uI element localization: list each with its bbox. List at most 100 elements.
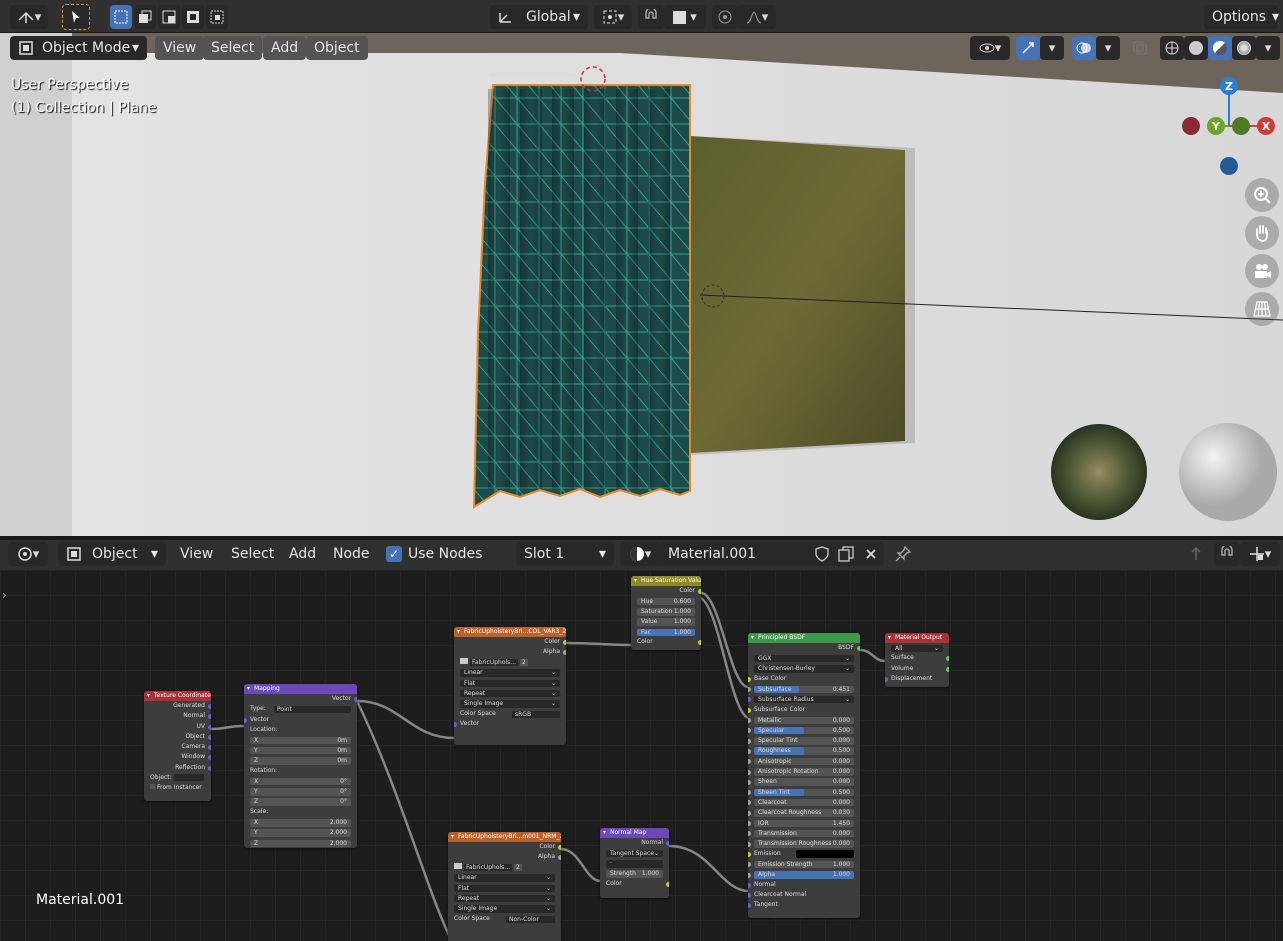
pan-button[interactable]	[1245, 216, 1279, 250]
parent-node-tree-button[interactable]	[1184, 542, 1208, 566]
uv-map-field[interactable]: ·	[606, 860, 663, 868]
xray-toggle[interactable]	[1128, 36, 1152, 60]
socket[interactable]	[563, 640, 566, 645]
socket[interactable]	[946, 656, 949, 662]
value-field[interactable]: Value 1.000	[637, 618, 695, 626]
location-y[interactable]: Y 0m	[250, 746, 351, 755]
material-browse-button[interactable]: ▾	[620, 542, 660, 566]
viewport-menu-add[interactable]: Add	[263, 36, 307, 60]
select-intersect-button[interactable]	[206, 5, 228, 29]
rotation-x[interactable]: X 0°	[250, 777, 351, 786]
proportional-edit-toggle[interactable]	[712, 5, 738, 29]
gizmo-toggle[interactable]	[1016, 36, 1040, 60]
overlays-toggle[interactable]	[1072, 36, 1096, 60]
input-specular-field[interactable]: Specular 0.500	[754, 726, 854, 735]
socket[interactable]	[208, 745, 211, 751]
node-menu-view[interactable]: View	[172, 542, 221, 566]
input-ior-field[interactable]: IOR 1.450	[754, 819, 854, 828]
socket[interactable]	[208, 714, 211, 720]
projection-dropdown[interactable]: Flat ⌄	[454, 884, 555, 893]
node-normal-map[interactable]: Normal Map Normal Tangent Space⌄ · Stren…	[600, 828, 669, 898]
duplicate-material-button[interactable]	[834, 542, 858, 566]
input-socket[interactable]	[748, 872, 751, 878]
node-editor-type-button[interactable]: ▾	[8, 542, 48, 566]
shading-dropdown[interactable]: ▾	[1256, 36, 1280, 60]
input-socket[interactable]	[748, 779, 751, 785]
pivot-point-dropdown[interactable]: ▾	[594, 5, 632, 29]
node-header[interactable]: Normal Map	[600, 828, 669, 838]
node-header[interactable]: Texture Coordinate	[144, 691, 211, 701]
socket[interactable]	[208, 724, 211, 730]
node-material-output[interactable]: Material Output All⌄ Surface Volume Disp…	[885, 633, 949, 687]
socket[interactable]	[208, 704, 211, 709]
node-header[interactable]: Principled BSDF	[748, 633, 860, 643]
scale-x[interactable]: X 2.000	[250, 819, 351, 827]
scale-y[interactable]: Y 2.000	[250, 829, 351, 837]
node-mapping[interactable]: Mapping Vector Type:Point Vector Locatio…	[244, 684, 357, 848]
extension-dropdown[interactable]: Repeat ⌄	[460, 689, 560, 698]
scale-z[interactable]: Z 2.000	[250, 839, 351, 848]
shading-wireframe[interactable]	[1160, 36, 1184, 60]
select-new-button[interactable]	[110, 5, 132, 29]
saturation-field[interactable]: Saturation 1.000	[637, 608, 695, 616]
input-socket[interactable]	[748, 862, 751, 868]
from-instancer-checkbox[interactable]: From Instancer	[144, 783, 211, 793]
pin-button[interactable]	[890, 542, 916, 566]
input-clearcoat-field[interactable]: Clearcoat 0.000	[754, 798, 854, 807]
input-socket[interactable]	[748, 841, 751, 847]
input-socket[interactable]	[748, 800, 751, 806]
input-socket[interactable]	[748, 687, 751, 693]
unlink-material-button[interactable]	[858, 542, 884, 566]
node-snap-toggle[interactable]	[1214, 542, 1240, 566]
transform-orientation-dropdown[interactable]: Global ▾	[490, 5, 588, 29]
color-space-row[interactable]: Color Space sRGB	[454, 709, 566, 719]
socket[interactable]	[454, 722, 457, 728]
color-space-row[interactable]: Color Space Non-Color	[448, 914, 561, 924]
socket[interactable]	[354, 697, 357, 702]
overlays-dropdown[interactable]: ▾	[1096, 36, 1120, 60]
socket[interactable]	[558, 845, 561, 850]
viewport-menu-object[interactable]: Object	[306, 36, 368, 60]
falloff-dropdown[interactable]: ▾	[738, 5, 776, 29]
hue-field[interactable]: Hue 0.600	[637, 597, 695, 606]
options-dropdown[interactable]: Options ▾	[1204, 5, 1279, 29]
distribution-dropdown[interactable]: GGX ⌄	[754, 654, 854, 663]
input-anisotropic-field[interactable]: Anisotropic 0.000	[754, 757, 854, 766]
image-selector[interactable]: FabricUphols... 2	[448, 862, 561, 873]
mode-dropdown[interactable]: Object Mode ▾	[10, 36, 147, 60]
input-transmission-field[interactable]: Transmission 0.000	[754, 829, 854, 838]
space-dropdown[interactable]: Tangent Space ⌄	[606, 849, 663, 858]
camera-view-button[interactable]	[1245, 254, 1279, 288]
input-specular-tint-field[interactable]: Specular Tint 0.000	[754, 737, 854, 745]
input-alpha-field[interactable]: Alpha 1.000	[754, 871, 854, 879]
source-dropdown[interactable]: Single Image ⌄	[460, 700, 560, 708]
socket[interactable]	[208, 755, 211, 761]
input-subsurface-radius-field[interactable]: Subsurface Radius ⌄	[754, 695, 854, 704]
rotation-z[interactable]: Z 0°	[250, 798, 351, 806]
socket[interactable]	[244, 717, 247, 723]
subsurface-method-dropdown[interactable]: Christensen-Burley ⌄	[754, 665, 854, 673]
input-socket[interactable]	[748, 810, 751, 816]
input-socket[interactable]	[748, 697, 751, 703]
input-socket[interactable]	[748, 748, 751, 754]
socket[interactable]	[208, 765, 211, 771]
input-socket[interactable]	[748, 707, 751, 713]
input-socket[interactable]	[748, 738, 751, 744]
socket[interactable]	[885, 676, 888, 682]
input-roughness-field[interactable]: Roughness 0.500	[754, 747, 854, 755]
input-socket[interactable]	[748, 676, 751, 682]
node-hue-saturation-value[interactable]: Hue Saturation Value Color Hue0.600 Satu…	[631, 576, 701, 650]
node-header[interactable]: FabricUpholsteryBri...m001_NRM_2K.jpg	[448, 832, 561, 842]
node-header[interactable]: FabricUpholsteryBri...COL_VAR3_2K.jpg	[454, 627, 566, 637]
node-texture-coordinate[interactable]: Texture Coordinate Generated Normal UV O…	[144, 691, 211, 801]
socket[interactable]	[563, 650, 566, 656]
snap-toggle[interactable]	[638, 5, 664, 29]
node-snap-dropdown[interactable]: ▾	[1240, 542, 1280, 566]
3d-viewport[interactable]: Object Mode ▾ View Select Add Object User…	[0, 33, 1283, 536]
image-selector[interactable]: FabricUphols... 2	[454, 657, 566, 668]
socket[interactable]	[208, 734, 211, 740]
socket[interactable]	[698, 589, 701, 594]
input-socket[interactable]	[748, 769, 751, 775]
input-socket[interactable]	[748, 821, 751, 827]
side-panel-toggle-icon[interactable]: ›	[2, 588, 7, 602]
